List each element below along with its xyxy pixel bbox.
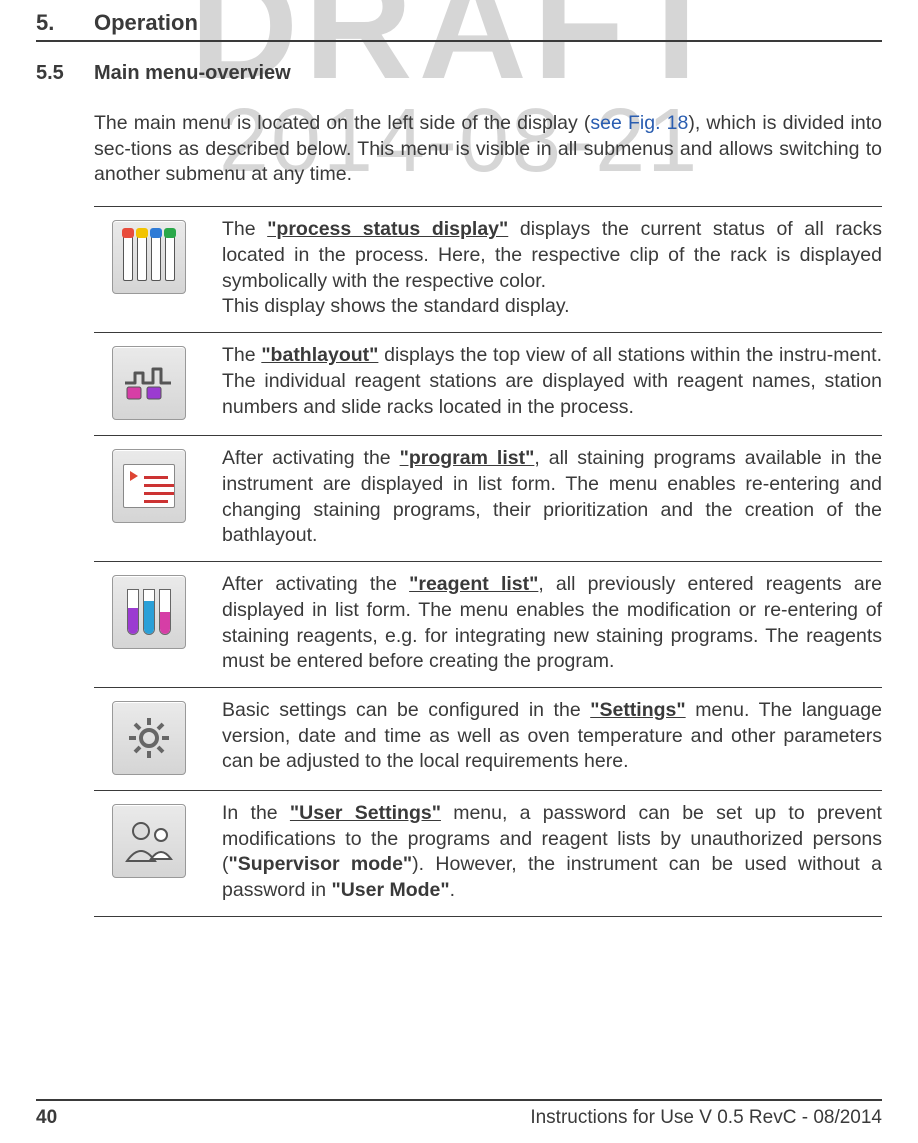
reagent-list-icon <box>94 572 204 652</box>
settings-desc: Basic settings can be configured in the … <box>222 698 882 775</box>
reagent-list-desc: After activating the "reagent list", all… <box>222 572 882 675</box>
program-list-icon <box>94 446 204 526</box>
settings-icon <box>94 698 204 778</box>
table-row: In the "User Settings" menu, a password … <box>94 791 882 917</box>
doc-version: Instructions for Use V 0.5 RevC - 08/201… <box>530 1107 882 1129</box>
table-row: Basic settings can be configured in the … <box>94 688 882 791</box>
intro-pre: The main menu is located on the left sid… <box>94 112 590 134</box>
table-row: After activating the "program list", all… <box>94 436 882 562</box>
table-row: The "process status display" displays th… <box>94 207 882 333</box>
section-title: Main menu-overview <box>94 62 291 85</box>
page-footer: 40 Instructions for Use V 0.5 RevC - 08/… <box>36 1099 882 1129</box>
user-settings-icon <box>94 801 204 881</box>
section-header: 5.5 Main menu-overview <box>36 62 882 85</box>
chapter-number: 5. <box>36 10 94 36</box>
bathlayout-desc: The "bathlayout" displays the top view o… <box>222 343 882 420</box>
table-row: The "bathlayout" displays the top view o… <box>94 333 882 436</box>
page-number: 40 <box>36 1107 57 1129</box>
chapter-title: Operation <box>94 10 198 36</box>
table-row: After activating the "reagent list", all… <box>94 562 882 688</box>
program-list-desc: After activating the "program list", all… <box>222 446 882 549</box>
bathlayout-icon <box>94 343 204 423</box>
user-settings-desc: In the "User Settings" menu, a password … <box>222 801 882 904</box>
process-status-desc: The "process status display" displays th… <box>222 217 882 320</box>
process-status-icon <box>94 217 204 297</box>
intro-paragraph: The main menu is located on the left sid… <box>94 111 882 188</box>
figure-link[interactable]: see Fig. 18 <box>590 112 688 134</box>
menu-overview-table: The "process status display" displays th… <box>94 206 882 917</box>
section-number: 5.5 <box>36 62 94 85</box>
chapter-header: 5. Operation <box>36 0 882 42</box>
